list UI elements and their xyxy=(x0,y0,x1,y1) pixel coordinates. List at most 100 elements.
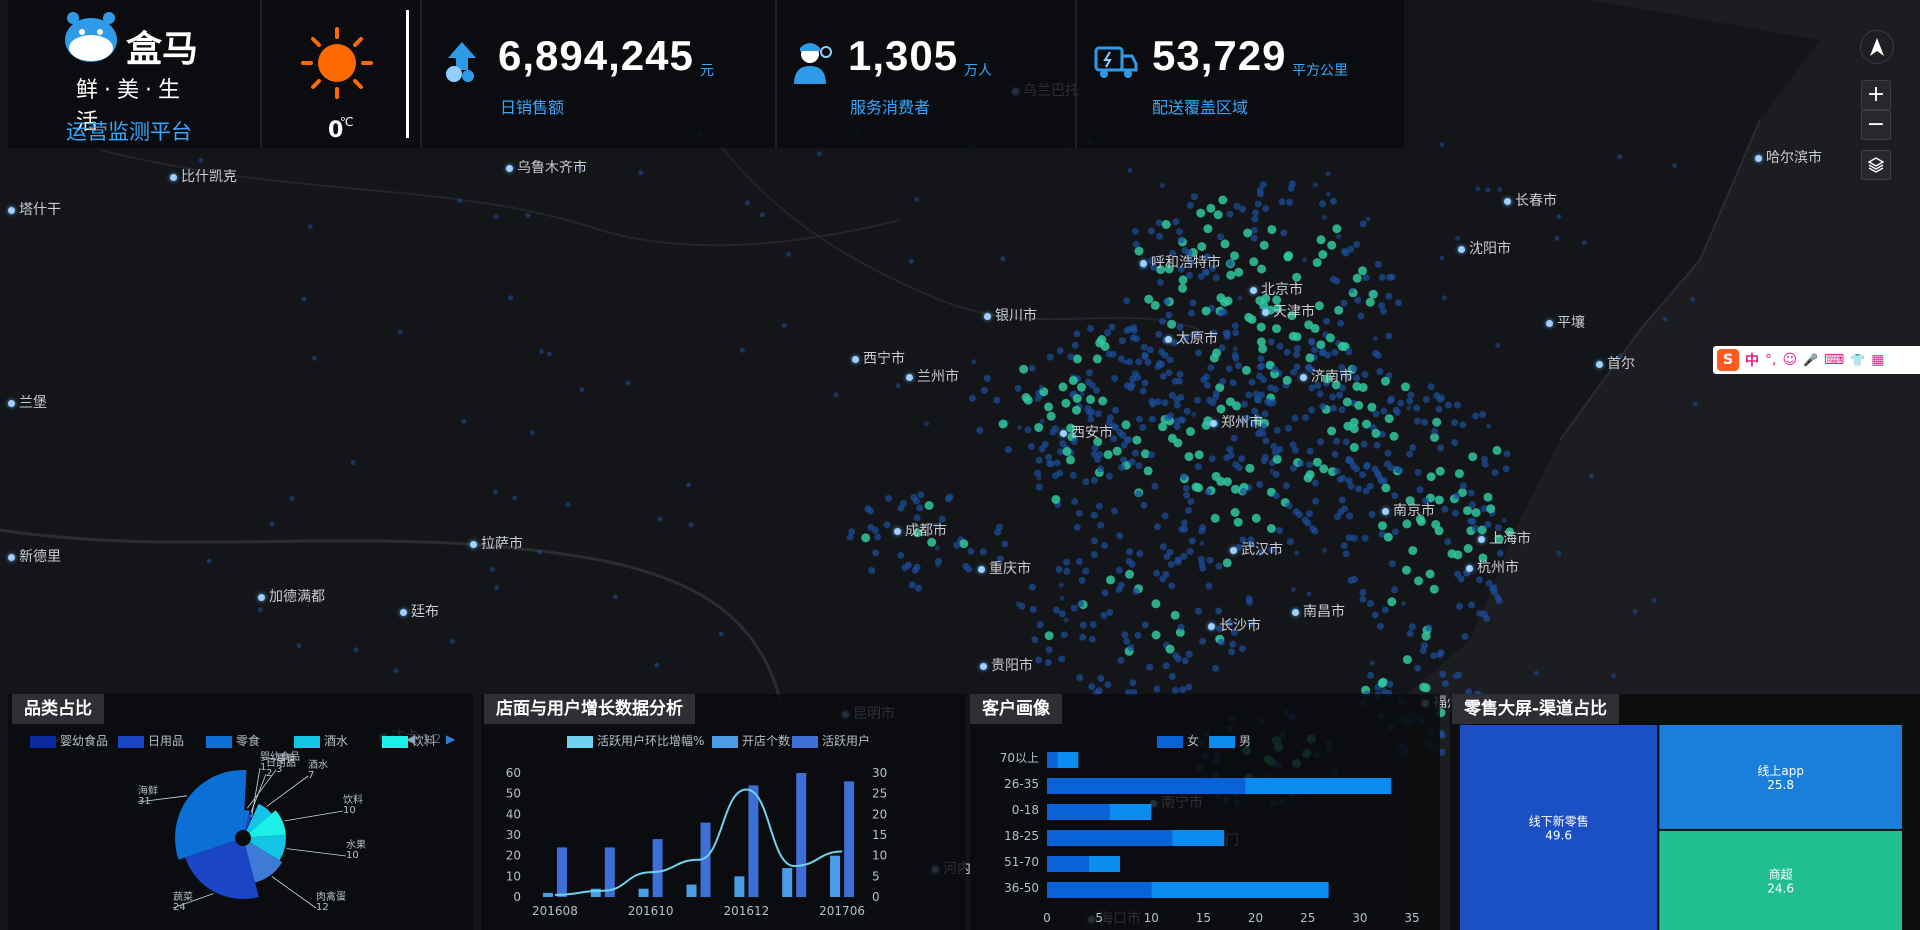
hex-cell xyxy=(1245,391,1253,399)
legend-next-icon[interactable]: ▶ xyxy=(446,732,455,746)
hex-cell xyxy=(1120,456,1128,464)
hex-cell xyxy=(1038,445,1046,453)
y-right-tick: 30 xyxy=(872,766,887,780)
customer-bar[interactable] xyxy=(1151,882,1329,898)
channel-treemap[interactable]: 线下新零售49.6 线上app25.8 商超24.6 xyxy=(1460,725,1902,930)
hex-cell xyxy=(1075,558,1083,565)
hex-cell xyxy=(1129,334,1137,342)
hex-cell xyxy=(1374,351,1382,359)
ime-keyboard-icon[interactable]: ⌨ xyxy=(1824,352,1844,368)
hex-cell xyxy=(1241,365,1251,375)
legend-item[interactable]: 活跃用户 xyxy=(792,732,870,749)
growth-bar[interactable] xyxy=(556,847,567,897)
hex-cell xyxy=(1305,353,1315,363)
zoom-in-button[interactable]: + xyxy=(1861,80,1891,110)
legend-item[interactable]: 零食 xyxy=(206,732,260,749)
pie-label: 肉禽蛋12 xyxy=(316,890,346,913)
legend-item[interactable]: 日用品 xyxy=(118,732,184,749)
sogou-logo-icon[interactable]: S xyxy=(1717,349,1739,371)
hex-cell xyxy=(1072,354,1082,364)
legend-item[interactable]: 酒水 xyxy=(294,732,348,749)
hex-cell xyxy=(1244,312,1254,322)
growth-bar[interactable] xyxy=(734,876,745,897)
category-rose-chart[interactable]: 零食3日用品2婴幼食品1 酒水7饮料10水果10肉禽蛋12蔬菜24海鲜31 xyxy=(8,750,473,930)
hex-cell xyxy=(1483,492,1493,502)
hex-cell xyxy=(1459,482,1467,490)
growth-bar[interactable] xyxy=(782,868,793,897)
temperature-unit: ℃ xyxy=(340,115,354,129)
customer-bar[interactable] xyxy=(1047,856,1089,872)
customer-bar[interactable] xyxy=(1057,752,1079,768)
hex-cell xyxy=(1329,275,1337,283)
hex-cell xyxy=(1204,488,1212,496)
customer-bar[interactable] xyxy=(1047,882,1152,898)
hex-cell xyxy=(1662,316,1668,322)
hex-cell xyxy=(1327,426,1337,436)
legend-prev-icon[interactable]: ◀ xyxy=(406,732,415,746)
hex-cell xyxy=(1260,457,1268,465)
ime-skin-icon[interactable]: 👕 xyxy=(1850,353,1865,367)
pie-label: 水果10 xyxy=(346,839,366,861)
hex-cell xyxy=(1338,496,1346,504)
hex-cell xyxy=(1452,674,1457,680)
growth-bar[interactable] xyxy=(830,855,841,897)
ime-mode-icon[interactable]: 中 xyxy=(1745,350,1759,370)
customer-bar[interactable] xyxy=(1047,830,1173,846)
x-tick: 10 xyxy=(1144,911,1159,925)
growth-bar[interactable] xyxy=(686,884,697,897)
hex-cell xyxy=(1441,505,1449,513)
legend-item[interactable]: 活跃用户环比增幅% xyxy=(567,732,704,749)
hex-cell xyxy=(1497,187,1503,193)
growth-bar[interactable] xyxy=(796,773,807,897)
growth-bar[interactable] xyxy=(748,785,759,897)
zoom-out-button[interactable]: − xyxy=(1861,110,1891,140)
growth-combo-chart[interactable]: 0 10 20 30 40 50 60 0 5 10 15 20 25 30 201608 201610 201… xyxy=(481,750,966,930)
customer-bar[interactable] xyxy=(1088,856,1120,872)
y-right-tick: 20 xyxy=(872,807,887,821)
hex-cell xyxy=(1632,609,1638,614)
svg-text:24.6: 24.6 xyxy=(1767,881,1794,895)
legend-item[interactable]: 婴幼食品 xyxy=(30,732,108,749)
growth-bar[interactable] xyxy=(638,888,649,897)
brand-logo[interactable]: 盒马 鲜·美·生活 xyxy=(60,8,210,135)
compass-button[interactable] xyxy=(1860,30,1894,64)
customer-bar[interactable] xyxy=(1109,804,1152,820)
y-tick: 36-50 xyxy=(1004,881,1039,895)
hex-cell xyxy=(1269,468,1275,474)
ime-grid-icon[interactable]: ▦ xyxy=(1871,352,1884,368)
hex-cell xyxy=(1104,329,1111,337)
legend-item[interactable]: 开店个数 xyxy=(712,732,790,749)
hex-cell xyxy=(1354,400,1364,410)
ime-emoji-icon[interactable]: ☺ xyxy=(1782,352,1797,368)
customer-bar[interactable] xyxy=(1047,778,1246,794)
ime-punct-icon[interactable]: °, xyxy=(1765,352,1776,368)
hex-cell xyxy=(1319,348,1327,356)
customer-bar[interactable] xyxy=(1047,752,1058,768)
customer-bar[interactable] xyxy=(1172,830,1225,846)
customer-bar[interactable] xyxy=(1047,804,1110,820)
y-right-tick: 15 xyxy=(872,828,887,842)
hex-cell xyxy=(1406,405,1412,411)
customer-bar[interactable] xyxy=(1245,778,1392,794)
layers-button[interactable] xyxy=(1861,150,1891,180)
hex-cell xyxy=(1109,350,1117,358)
ime-voice-icon[interactable]: 🎤 xyxy=(1803,353,1818,367)
hex-cell xyxy=(1209,399,1217,407)
customer-bar-chart[interactable]: 70以上 26-35 0-18 18-25 51-70 36-50 0 5 10 15 20 25 30… xyxy=(970,730,1440,930)
hex-cell xyxy=(1589,473,1594,479)
ime-toolbar[interactable]: S 中 °, ☺ 🎤 ⌨ 👕 ▦ xyxy=(1713,346,1920,374)
hex-cell xyxy=(897,551,905,559)
sun-icon xyxy=(301,27,373,99)
hex-cell xyxy=(1170,610,1180,620)
hex-cell xyxy=(1402,565,1411,575)
hex-cell xyxy=(1118,463,1126,471)
hex-cell xyxy=(1353,374,1361,382)
growth-bar[interactable] xyxy=(652,839,663,897)
growth-bar[interactable] xyxy=(542,892,553,897)
hex-cell xyxy=(1127,644,1135,651)
hex-cell xyxy=(1617,154,1623,160)
hex-cell xyxy=(1264,398,1271,406)
city-label: 上海市 xyxy=(1478,528,1531,548)
growth-bar[interactable] xyxy=(844,781,855,897)
hex-cell xyxy=(1285,502,1293,510)
